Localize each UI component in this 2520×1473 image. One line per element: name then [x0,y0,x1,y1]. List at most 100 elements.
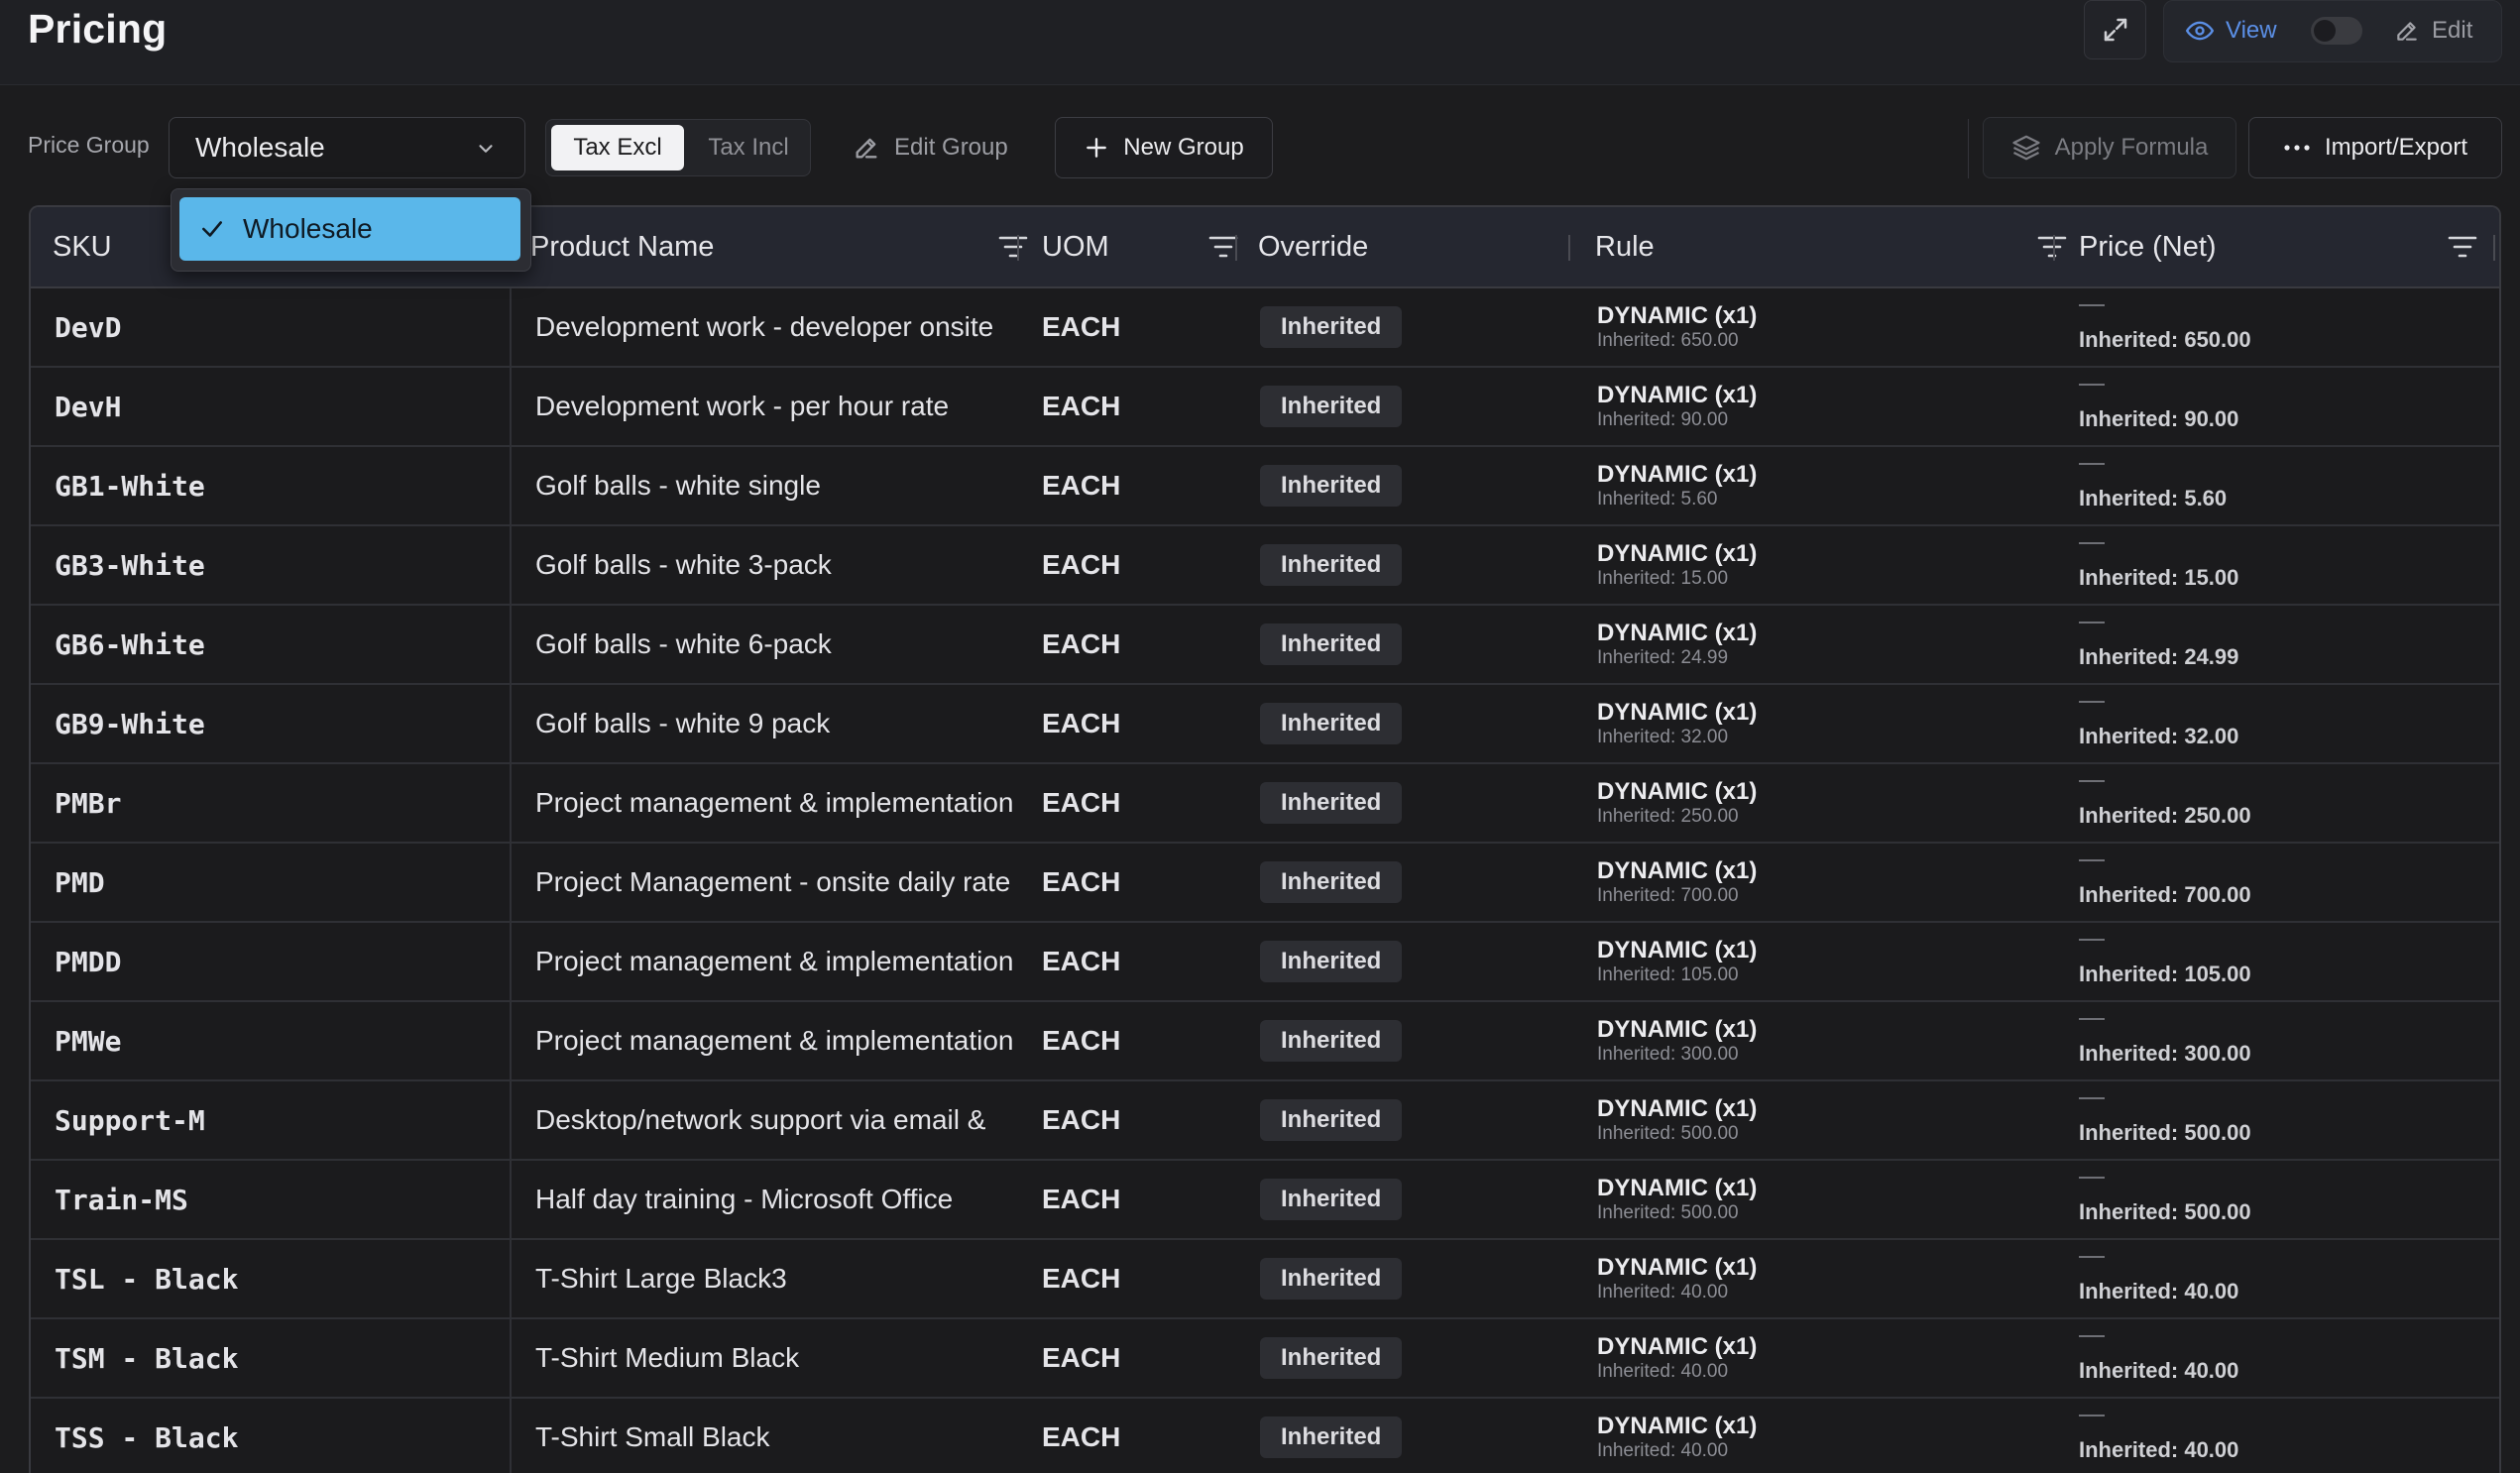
column-separator[interactable] [2493,235,2495,261]
rule-cell[interactable]: DYNAMIC (x1) Inherited: 500.00 [1597,1081,2073,1159]
override-badge[interactable]: Inherited [1260,465,1403,507]
override-badge[interactable]: Inherited [1260,1020,1403,1062]
column-separator[interactable] [2053,235,2055,261]
override-badge[interactable]: Inherited [1260,544,1403,586]
override-badge[interactable]: Inherited [1260,306,1403,348]
price-cell[interactable]: Inherited: 40.00 [2079,1399,2475,1473]
table-row[interactable]: GB6-White Golf balls - white 6-pack EACH In… [31,606,2499,685]
table-row[interactable]: GB9-White Golf balls - white 9 pack EACH In… [31,685,2499,764]
column-separator[interactable] [1568,235,1570,261]
table-row[interactable]: Train-MS Half day training - Microsoft Of… [31,1161,2499,1240]
rule-cell[interactable]: DYNAMIC (x1) Inherited: 650.00 [1597,288,2073,366]
column-header-product-name[interactable]: Product Name [530,207,1046,286]
tax-incl-option[interactable]: Tax Incl [691,125,806,170]
column-header-uom[interactable]: UOM [1042,207,1250,286]
rule-cell[interactable]: DYNAMIC (x1) Inherited: 24.99 [1597,606,2073,683]
override-badge[interactable]: Inherited [1260,782,1403,824]
uom-cell: EACH [1042,787,1121,818]
table-row[interactable]: PMDD Project management & implementation E… [31,923,2499,1002]
product-name-text: T-Shirt Small Black [535,1421,770,1452]
override-badge[interactable]: Inherited [1260,941,1403,982]
product-name-text: Development work - developer onsite [535,311,994,342]
price-cell[interactable]: Inherited: 40.00 [2079,1240,2475,1317]
filter-icon[interactable] [1208,234,1238,260]
price-cell[interactable]: Inherited: 24.99 [2079,606,2475,683]
column-separator[interactable] [1017,235,1019,261]
price-cell[interactable]: Inherited: 650.00 [2079,288,2475,366]
price-cell[interactable]: Inherited: 300.00 [2079,1002,2475,1079]
table-row[interactable]: PMWe Project management & implementation E… [31,1002,2499,1081]
price-cell[interactable]: Inherited: 90.00 [2079,368,2475,445]
price-cell[interactable]: Inherited: 250.00 [2079,764,2475,842]
price-group-select[interactable]: Wholesale [169,117,525,178]
price-cell[interactable]: Inherited: 105.00 [2079,923,2475,1000]
column-header-rule[interactable]: Rule [1595,207,2081,286]
rule-cell[interactable]: DYNAMIC (x1) Inherited: 40.00 [1597,1240,2073,1317]
rule-cell[interactable]: DYNAMIC (x1) Inherited: 32.00 [1597,685,2073,762]
override-badge[interactable]: Inherited [1260,1099,1403,1141]
filter-icon[interactable] [2037,234,2067,260]
rule-cell[interactable]: DYNAMIC (x1) Inherited: 105.00 [1597,923,2073,1000]
rule-inherited: Inherited: 40.00 [1597,1360,1729,1382]
tax-excl-option[interactable]: Tax Excl [551,125,684,170]
edit-button[interactable]: Edit [2394,13,2472,49]
rule-cell[interactable]: DYNAMIC (x1) Inherited: 300.00 [1597,1002,2073,1079]
rule-cell[interactable]: DYNAMIC (x1) Inherited: 500.00 [1597,1161,2073,1238]
filter-icon[interactable] [998,234,1028,260]
product-name-cell: Golf balls - white 9 pack [514,685,1049,762]
price-cell[interactable]: Inherited: 500.00 [2079,1081,2475,1159]
price-cell[interactable]: Inherited: 40.00 [2079,1319,2475,1397]
dropdown-option-wholesale[interactable]: Wholesale [179,197,520,261]
table-row[interactable]: DevH Development work - per hour rate EACH… [31,368,2499,447]
rule-cell[interactable]: DYNAMIC (x1) Inherited: 40.00 [1597,1319,2073,1397]
price-cell[interactable]: Inherited: 5.60 [2079,447,2475,524]
column-separator[interactable] [1235,235,1237,261]
column-header-override[interactable]: Override [1258,207,1368,286]
filter-icon[interactable] [2448,234,2477,260]
rule-label: DYNAMIC (x1) [1597,619,1758,646]
price-cell[interactable]: Inherited: 700.00 [2079,844,2475,921]
table-row[interactable]: PMD Project Management - onsite daily rat… [31,844,2499,923]
apply-formula-button[interactable]: Apply Formula [1983,117,2236,178]
table-row[interactable]: TSL - Black T-Shirt Large Black3 EACH Inher… [31,1240,2499,1319]
table-row[interactable]: DevD Development work - developer onsite E… [31,288,2499,368]
rule-inherited: Inherited: 40.00 [1597,1281,1729,1303]
rule-cell[interactable]: DYNAMIC (x1) Inherited: 250.00 [1597,764,2073,842]
rule-cell[interactable]: DYNAMIC (x1) Inherited: 700.00 [1597,844,2073,921]
new-group-button[interactable]: New Group [1055,117,1273,178]
edit-group-label: Edit Group [894,134,1008,161]
table-row[interactable]: GB1-White Golf balls - white single EACH In… [31,447,2499,526]
override-badge[interactable]: Inherited [1260,1416,1403,1458]
table-row[interactable]: TSS - Black T-Shirt Small Black EACH Inheri… [31,1399,2499,1473]
table-row[interactable]: PMBr Project management & implementation E… [31,764,2499,844]
rule-inherited: Inherited: 250.00 [1597,805,1739,827]
view-button[interactable]: View [2186,13,2277,49]
price-empty-dash [2079,859,2105,861]
price-empty-dash [2079,542,2105,544]
table-row[interactable]: TSM - Black T-Shirt Medium Black EACH Inher… [31,1319,2499,1399]
table-row[interactable]: Support-M Desktop/network support via ema… [31,1081,2499,1161]
sku-cell: GB1-White [31,447,512,524]
rule-cell[interactable]: DYNAMIC (x1) Inherited: 90.00 [1597,368,2073,445]
edit-group-button[interactable]: Edit Group [853,119,1008,176]
override-badge[interactable]: Inherited [1260,1337,1403,1379]
rule-cell[interactable]: DYNAMIC (x1) Inherited: 40.00 [1597,1399,2073,1473]
override-badge[interactable]: Inherited [1260,386,1403,427]
override-badge[interactable]: Inherited [1260,623,1403,665]
price-cell[interactable]: Inherited: 500.00 [2079,1161,2475,1238]
override-badge[interactable]: Inherited [1260,703,1403,744]
view-edit-toggle[interactable] [2311,17,2362,45]
rule-cell[interactable]: DYNAMIC (x1) Inherited: 15.00 [1597,526,2073,604]
price-empty-dash [2079,304,2105,306]
override-badge[interactable]: Inherited [1260,1258,1403,1300]
column-header-sku[interactable]: SKU [53,207,112,286]
table-row[interactable]: GB3-White Golf balls - white 3-pack EACH In… [31,526,2499,606]
import-export-button[interactable]: Import/Export [2248,117,2502,178]
price-cell[interactable]: Inherited: 15.00 [2079,526,2475,604]
price-cell[interactable]: Inherited: 32.00 [2079,685,2475,762]
column-header-price[interactable]: Price (Net) [2079,207,2495,286]
rule-cell[interactable]: DYNAMIC (x1) Inherited: 5.60 [1597,447,2073,524]
override-badge[interactable]: Inherited [1260,861,1403,903]
override-badge[interactable]: Inherited [1260,1179,1403,1220]
expand-button[interactable] [2084,0,2146,59]
